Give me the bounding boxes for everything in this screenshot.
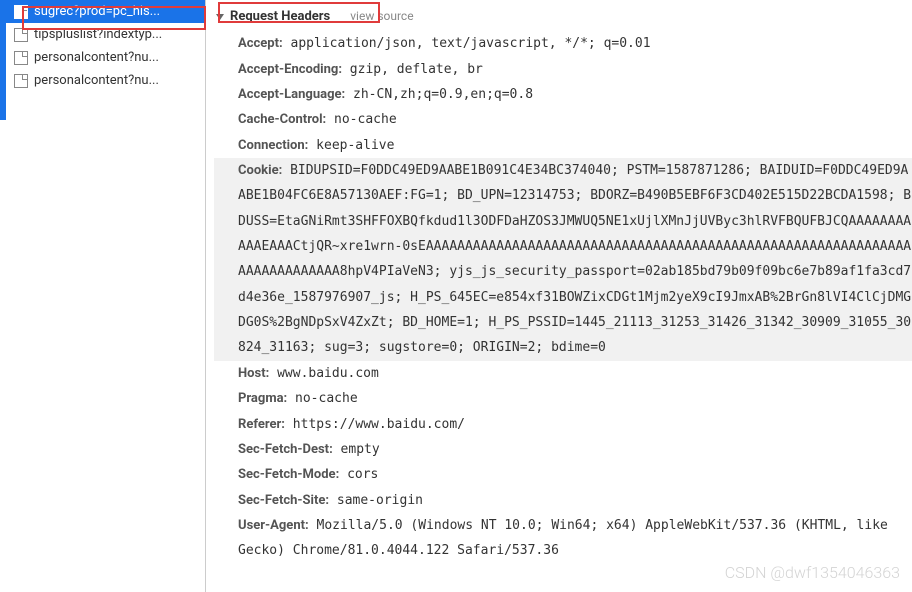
header-pragma: Pragma: no-cache bbox=[214, 386, 912, 411]
file-icon bbox=[14, 51, 28, 65]
header-referer: Referer: https://www.baidu.com/ bbox=[214, 412, 912, 437]
header-accept: Accept: application/json, text/javascrip… bbox=[214, 31, 912, 56]
header-sec-fetch-site: Sec-Fetch-Site: same-origin bbox=[214, 488, 912, 513]
request-list-sidebar: sugrec?prod=pc_his... tipspluslist?index… bbox=[6, 0, 206, 592]
highlight-box-1 bbox=[22, 6, 206, 30]
request-label: personalcontent?nu... bbox=[34, 73, 159, 88]
highlight-box-2 bbox=[218, 2, 380, 23]
header-accept-language: Accept-Language: zh-CN,zh;q=0.9,en;q=0.8 bbox=[214, 82, 912, 107]
header-cache-control: Cache-Control: no-cache bbox=[214, 107, 912, 132]
request-item-2[interactable]: personalcontent?nu... bbox=[6, 46, 205, 69]
header-sec-fetch-dest: Sec-Fetch-Dest: empty bbox=[214, 437, 912, 462]
header-cookie: Cookie: BIDUPSID=F0DDC49ED9AABE1B091C4E3… bbox=[214, 158, 912, 361]
header-user-agent: User-Agent: Mozilla/5.0 (Windows NT 10.0… bbox=[214, 513, 912, 564]
header-accept-encoding: Accept-Encoding: gzip, deflate, br bbox=[214, 57, 912, 82]
headers-panel: Request Headers view source Accept: appl… bbox=[206, 0, 912, 592]
header-sec-fetch-mode: Sec-Fetch-Mode: cors bbox=[214, 462, 912, 487]
request-label: personalcontent?nu... bbox=[34, 50, 159, 65]
watermark: CSDN @dwf1354046363 bbox=[725, 563, 900, 582]
header-host: Host: www.baidu.com bbox=[214, 361, 912, 386]
header-connection: Connection: keep-alive bbox=[214, 133, 912, 158]
request-item-3[interactable]: personalcontent?nu... bbox=[6, 69, 205, 92]
file-icon bbox=[14, 74, 28, 88]
